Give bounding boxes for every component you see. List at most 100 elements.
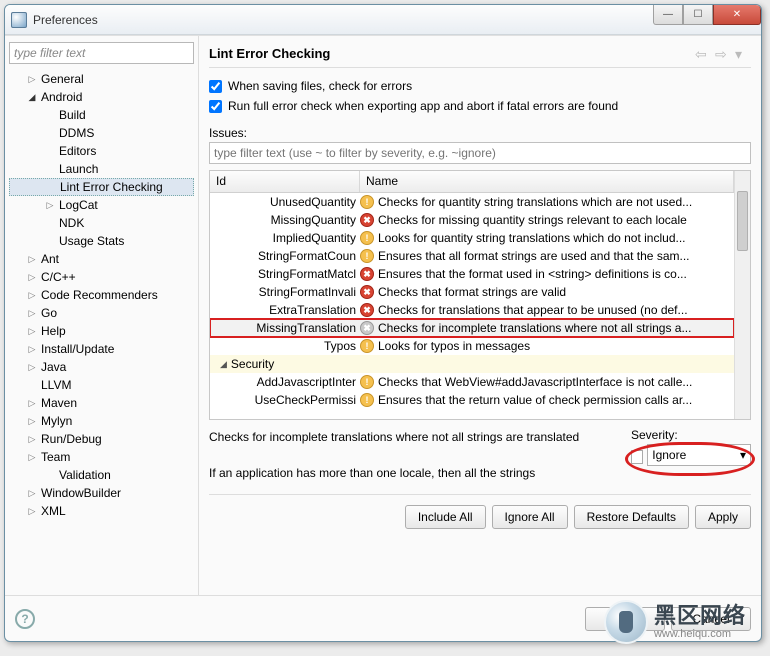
forward-icon[interactable]: ⇨ (715, 46, 731, 62)
minimize-button[interactable]: — (653, 5, 683, 25)
issue-description-cell: Ensures that all format strings are used… (378, 249, 690, 263)
tree-item-xml[interactable]: ▷XML (9, 502, 194, 520)
tree-item-label: Build (59, 108, 86, 122)
tree-toggle-icon[interactable]: ▷ (27, 506, 37, 516)
tree-toggle-icon[interactable]: ◢ (27, 92, 37, 102)
menu-dropdown-icon[interactable]: ▾ (735, 46, 751, 62)
tree-toggle-icon[interactable]: ▷ (27, 344, 37, 354)
tree-item-label: LLVM (41, 378, 71, 392)
preferences-window: Preferences — ☐ ✕ ▷General◢Android Build D… (4, 4, 762, 642)
window-title: Preferences (33, 13, 98, 27)
check-on-save-row[interactable]: When saving files, check for errors (209, 76, 751, 96)
tree-item-maven[interactable]: ▷Maven (9, 394, 194, 412)
tree-toggle-icon[interactable]: ▷ (27, 254, 37, 264)
tree-item-help[interactable]: ▷Help (9, 322, 194, 340)
preferences-tree[interactable]: ▷General◢Android Build DDMS EditorsLaunchLi… (9, 70, 194, 591)
tree-toggle-icon[interactable]: ▷ (27, 488, 37, 498)
tree-item-android[interactable]: ◢Android (9, 88, 194, 106)
cell-id: UseCheckPermissi (210, 393, 360, 407)
tree-toggle-icon[interactable]: ▷ (27, 434, 37, 444)
tree-toggle-icon[interactable]: ▷ (27, 362, 37, 372)
issue-row[interactable]: MissingQuantity✖Checks for missing quant… (210, 211, 734, 229)
issue-row[interactable]: Typos!Looks for typos in messages (210, 337, 734, 355)
check-on-export-checkbox[interactable] (209, 100, 222, 113)
tree-item-validation[interactable]: Validation (9, 466, 194, 484)
tree-toggle-icon[interactable]: ▷ (27, 416, 37, 426)
tree-item-usage-stats[interactable]: Usage Stats (9, 232, 194, 250)
tree-item-ant[interactable]: ▷Ant (9, 250, 194, 268)
issue-description-cell: Checks for quantity string translations … (378, 195, 692, 209)
tree-toggle-icon[interactable]: ▷ (45, 200, 55, 210)
cancel-button[interactable]: Cancel (671, 607, 751, 631)
issue-row[interactable]: StringFormatMatcl✖Ensures that the forma… (210, 265, 734, 283)
tree-toggle-icon[interactable]: ▷ (27, 452, 37, 462)
issue-row[interactable]: UnusedQuantity!Checks for quantity strin… (210, 193, 734, 211)
err-icon: ✖ (360, 267, 374, 281)
table-scrollbar[interactable] (734, 171, 750, 419)
tree-toggle-icon[interactable]: ▷ (27, 308, 37, 318)
category-toggle-icon[interactable]: ◢ (220, 359, 227, 370)
restore-defaults-button[interactable]: Restore Defaults (574, 505, 689, 529)
column-name[interactable]: Name (360, 171, 734, 192)
scrollbar-thumb[interactable] (737, 191, 748, 251)
tree-item-general[interactable]: ▷General (9, 70, 194, 88)
include-all-button[interactable]: Include All (405, 505, 486, 529)
tree-item-build[interactable]: Build (9, 106, 194, 124)
maximize-button[interactable]: ☐ (683, 5, 713, 25)
issue-row[interactable]: AddJavascriptInter!Checks that WebView#a… (210, 373, 734, 391)
tree-toggle-icon[interactable]: ▷ (27, 272, 37, 282)
check-on-save-checkbox[interactable] (209, 80, 222, 93)
tree-item-label: Validation (59, 468, 111, 482)
titlebar[interactable]: Preferences — ☐ ✕ (5, 5, 761, 35)
warn-icon: ! (360, 393, 374, 407)
ignore-all-button[interactable]: Ignore All (492, 505, 568, 529)
tree-item-windowbuilder[interactable]: ▷WindowBuilder (9, 484, 194, 502)
issues-filter-input[interactable] (209, 142, 751, 164)
issue-row[interactable]: MissingTranslation✖Checks for incomplete… (210, 319, 734, 337)
cell-id: StringFormatMatcl (210, 267, 360, 281)
tree-item-llvm[interactable]: LLVM (9, 376, 194, 394)
tree-item-install-update[interactable]: ▷Install/Update (9, 340, 194, 358)
detail-row: Checks for incomplete translations where… (209, 428, 751, 482)
tree-item-launch[interactable]: Launch (9, 160, 194, 178)
issue-description-cell: Looks for typos in messages (378, 339, 530, 353)
close-button[interactable]: ✕ (713, 5, 761, 25)
tree-item-logcat[interactable]: ▷LogCat (9, 196, 194, 214)
tree-item-c-c-[interactable]: ▷C/C++ (9, 268, 194, 286)
apply-button[interactable]: Apply (695, 505, 751, 529)
issue-description-cell: Checks for missing quantity strings rele… (378, 213, 687, 227)
tree-item-team[interactable]: ▷Team (9, 448, 194, 466)
tree-item-ddms[interactable]: DDMS (9, 124, 194, 142)
tree-item-mylyn[interactable]: ▷Mylyn (9, 412, 194, 430)
issue-row[interactable]: ExtraTranslation✖Checks for translations… (210, 301, 734, 319)
tree-item-editors[interactable]: Editors (9, 142, 194, 160)
back-icon[interactable]: ⇦ (695, 46, 711, 62)
tree-item-label: Usage Stats (59, 234, 124, 248)
tree-item-ndk[interactable]: NDK (9, 214, 194, 232)
tree-item-lint-error-checking[interactable]: Lint Error Checking (9, 178, 194, 196)
tree-toggle-icon[interactable]: ▷ (27, 290, 37, 300)
tree-toggle-icon[interactable]: ▷ (27, 398, 37, 408)
tree-item-label: DDMS (59, 126, 94, 140)
severity-select[interactable]: Ignore ▾ (647, 444, 751, 466)
column-id[interactable]: Id (210, 171, 360, 192)
issue-row[interactable]: UseCheckPermissi!Ensures that the return… (210, 391, 734, 409)
tree-item-run-debug[interactable]: ▷Run/Debug (9, 430, 194, 448)
issues-table: Id Name UnusedQuantity!Checks for quanti… (209, 170, 751, 420)
tree-filter-input[interactable] (9, 42, 194, 64)
ok-button[interactable]: OK (585, 607, 665, 631)
app-icon (11, 12, 27, 28)
button-row: Include All Ignore All Restore Defaults … (209, 494, 751, 535)
issue-row[interactable]: StringFormatInvali✖Checks that format st… (210, 283, 734, 301)
tree-item-go[interactable]: ▷Go (9, 304, 194, 322)
check-on-export-row[interactable]: Run full error check when exporting app … (209, 96, 751, 116)
issue-row[interactable]: ImpliedQuantity!Looks for quantity strin… (210, 229, 734, 247)
category-row[interactable]: ◢Security (210, 355, 734, 373)
tree-item-code-recommenders[interactable]: ▷Code Recommenders (9, 286, 194, 304)
tree-item-java[interactable]: ▷Java (9, 358, 194, 376)
issue-row[interactable]: StringFormatCoun!Ensures that all format… (210, 247, 734, 265)
help-icon[interactable]: ? (15, 609, 35, 629)
tree-toggle-icon[interactable]: ▷ (27, 326, 37, 336)
tree-toggle-icon[interactable]: ▷ (27, 74, 37, 84)
severity-checkbox[interactable] (631, 450, 643, 464)
